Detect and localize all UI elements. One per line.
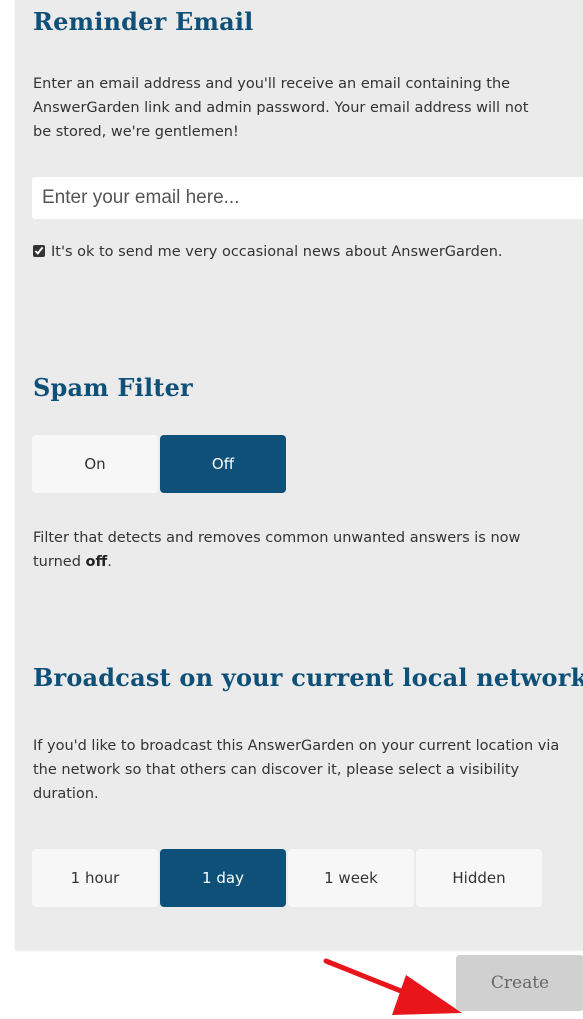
newsletter-checkbox[interactable] (33, 245, 45, 257)
create-button[interactable]: Create (456, 955, 583, 1011)
newsletter-option[interactable]: It's ok to send me very occasional news … (33, 240, 523, 264)
reminder-email-description: Enter an email address and you'll receiv… (33, 76, 529, 140)
reminder-email-heading: Reminder Email (33, 7, 254, 36)
duration-1-week-button[interactable]: 1 week (288, 849, 414, 907)
spam-filter-description: Filter that detects and removes common u… (33, 526, 563, 574)
page: Reminder Email Enter an email address an… (0, 0, 583, 1019)
spam-filter-description-end: . (107, 554, 112, 570)
duration-1-day-button[interactable]: 1 day (160, 849, 286, 907)
spam-filter-off-button[interactable]: Off (160, 435, 286, 493)
spam-filter-on-button[interactable]: On (32, 435, 158, 493)
spam-filter-toggle: On Off (32, 435, 286, 493)
spam-filter-state: off (85, 554, 108, 570)
newsletter-label: It's ok to send me very occasional news … (51, 244, 503, 260)
broadcast-description: If you'd like to broadcast this AnswerGa… (33, 738, 560, 802)
broadcast-duration-selector: 1 hour 1 day 1 week Hidden (32, 849, 542, 907)
duration-1-hour-button[interactable]: 1 hour (32, 849, 158, 907)
broadcast-heading: Broadcast on your current local network (33, 663, 583, 692)
spam-filter-heading: Spam Filter (33, 373, 193, 402)
email-input[interactable] (32, 177, 583, 219)
duration-hidden-button[interactable]: Hidden (416, 849, 542, 907)
red-arrow-icon (323, 958, 462, 1015)
